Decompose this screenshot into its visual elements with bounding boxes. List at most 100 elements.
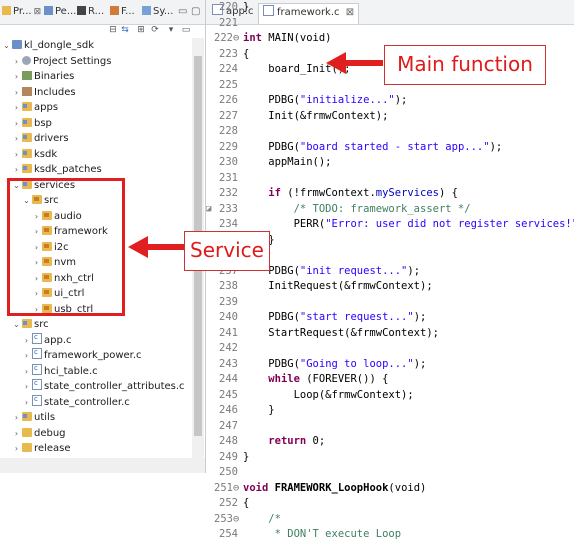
sync-icon[interactable]: ⟳: [150, 25, 160, 35]
chevron-right-icon[interactable]: ›: [12, 162, 21, 178]
minimize-button[interactable]: ▭: [178, 4, 187, 20]
tab-project-explorer[interactable]: Pr... ⊠: [2, 4, 41, 20]
line-number: 242: [219, 342, 238, 354]
code-text: board_Init();: [243, 62, 350, 78]
tree-item-label: app.c: [44, 334, 72, 346]
line-number: 254: [219, 528, 238, 540]
tree-item[interactable]: › ksdk: [12, 147, 57, 163]
chevron-right-icon[interactable]: ›: [12, 426, 21, 442]
tree-item-label: release: [34, 443, 71, 454]
tab-registers[interactable]: R...: [77, 4, 104, 20]
project-explorer-icon: [2, 6, 11, 15]
code-token: );: [489, 140, 503, 153]
chevron-right-icon[interactable]: ›: [12, 410, 21, 426]
code-token: );: [394, 94, 408, 106]
line-number: 222⊖: [214, 32, 240, 44]
chevron-right-icon[interactable]: ›: [22, 364, 31, 380]
tree-item[interactable]: › framework_power.c: [22, 345, 142, 364]
chevron-right-icon[interactable]: ›: [22, 333, 31, 349]
chevron-right-icon[interactable]: ›: [12, 85, 21, 101]
line-number: 232: [219, 187, 238, 199]
chevron-right-icon[interactable]: ›: [22, 395, 31, 411]
pkgfolder-icon: [22, 319, 32, 328]
tree-item[interactable]: › debug: [12, 426, 66, 442]
code-token: "initialize...": [299, 94, 395, 106]
tab-label: Sy...: [153, 6, 174, 17]
chevron-down-icon[interactable]: ⌄: [12, 317, 21, 333]
code-text: /*: [243, 512, 281, 528]
code-text: }: [243, 0, 249, 16]
chevron-right-icon[interactable]: ›: [12, 441, 21, 457]
tab-symbols[interactable]: Sy...: [142, 4, 173, 20]
view-menu-icon[interactable]: ▾: [166, 25, 176, 35]
tab-functions[interactable]: F...: [110, 4, 135, 20]
tab-framework-c[interactable]: framework.c ⊠: [258, 3, 360, 24]
tree-item[interactable]: › utils: [12, 410, 55, 426]
tree-item[interactable]: › release: [12, 441, 70, 457]
tree-item[interactable]: › app.c: [22, 330, 72, 349]
chevron-down-icon[interactable]: ⌄: [2, 38, 11, 54]
chevron-right-icon[interactable]: ›: [22, 348, 31, 364]
code-token: FRAMEWORK_LoopHook: [274, 481, 389, 494]
code-text: PDBG("start request...");: [243, 310, 426, 326]
pkgfolder-icon: [22, 133, 32, 142]
tree-item[interactable]: › apps: [12, 100, 58, 116]
link-with-editor-icon[interactable]: ⇆: [120, 25, 130, 35]
code-token: (void): [388, 481, 427, 494]
tree-item[interactable]: › Includes: [12, 85, 76, 101]
chevron-right-icon[interactable]: ›: [12, 116, 21, 132]
code-token: "start request...": [299, 311, 414, 323]
collapse-all-icon[interactable]: ⊟: [108, 25, 118, 35]
editor-tabs: app.c framework.c ⊠: [206, 0, 574, 25]
tree-item[interactable]: › state_controller.c: [22, 392, 130, 411]
line-number: 241: [219, 326, 238, 339]
chevron-right-icon[interactable]: ›: [12, 131, 21, 147]
tree-item[interactable]: › drivers: [12, 131, 69, 147]
code-token: PDBG(: [243, 311, 300, 323]
line-number: 231: [219, 171, 238, 184]
close-icon[interactable]: ⊠: [346, 7, 354, 18]
tree-item[interactable]: › Binaries: [12, 69, 74, 85]
tree-item-label: Includes: [34, 86, 76, 98]
tree-item-label: state_controller.c: [44, 396, 130, 408]
code-text: /* TODO: framework_assert */: [243, 202, 471, 218]
chevron-right-icon[interactable]: ›: [22, 379, 31, 395]
line-number: 224: [219, 63, 238, 75]
filter-icon[interactable]: ⊞: [136, 25, 146, 35]
code-token: MAIN(void): [261, 32, 332, 44]
tree-item-label: kl_dongle_sdk: [24, 40, 94, 51]
chevron-right-icon[interactable]: ›: [12, 100, 21, 116]
close-icon[interactable]: ⊠: [34, 7, 42, 17]
code-token: if: [268, 187, 281, 199]
maximize-button[interactable]: ▢: [191, 4, 200, 20]
line-number: 251⊖: [214, 481, 240, 494]
tab-label: Pr...: [13, 6, 32, 17]
service-label: Service: [184, 231, 270, 271]
code-token: board_Init();: [243, 63, 351, 75]
tree-item[interactable]: › bsp: [12, 116, 52, 132]
line-number: 239: [219, 295, 238, 308]
chevron-right-icon[interactable]: ›: [12, 147, 21, 163]
tree-item[interactable]: › ksdk_patches: [12, 162, 102, 178]
breakpoint-marker-icon[interactable]: ◪: [206, 202, 211, 218]
code-token: myServices: [375, 187, 439, 199]
tree-item[interactable]: › Project Settings: [12, 54, 111, 70]
tree-item-label: src: [34, 319, 49, 330]
code-text: PDBG("Going to loop...");: [243, 357, 426, 373]
gear-icon: [22, 55, 31, 65]
horizontal-scrollbar[interactable]: [0, 458, 205, 473]
code-token: PDBG(: [243, 357, 300, 370]
tree-item[interactable]: ⌄ src: [12, 317, 49, 333]
line-number: 229: [219, 140, 238, 153]
chevron-right-icon[interactable]: ›: [12, 69, 21, 85]
tab-peripherals[interactable]: Pe...: [44, 4, 76, 20]
code-text: Init(&frmwContext);: [243, 109, 388, 125]
minimize-icon[interactable]: ▭: [181, 25, 191, 35]
tree-item[interactable]: › state_controller_attributes.c: [22, 376, 185, 395]
chevron-right-icon[interactable]: ›: [12, 54, 21, 70]
code-text: {: [243, 496, 249, 512]
code-token: * DON'T execute Loop: [243, 528, 402, 540]
line-number: 226: [219, 94, 238, 106]
tree-item[interactable]: ⌄ kl_dongle_sdk: [2, 38, 94, 54]
